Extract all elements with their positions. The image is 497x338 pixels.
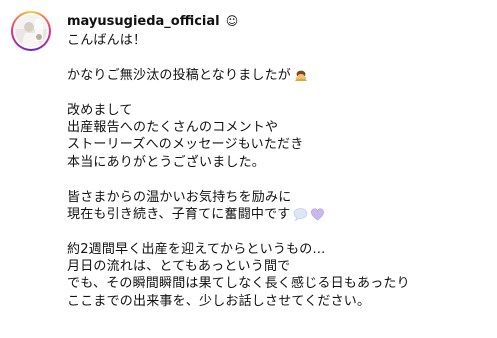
caption-line: かなりご無沙汰の投稿となりましたが (67, 67, 292, 83)
caption-line-with-emoji: かなりご無沙汰の投稿となりましたが (67, 67, 487, 84)
profile-avatar[interactable] (11, 11, 51, 51)
caption-line: こんばんは！ (67, 33, 147, 48)
caption-line: 皆さまからの温かいお気持ちを励みに (67, 189, 292, 205)
caption-line: 改めまして (67, 102, 133, 118)
avatar-border (13, 13, 49, 49)
post-caption: こんばんは！ かなりご無沙汰の投稿となりましたが 改めまして 出産報告へのたくさ… (67, 32, 487, 310)
smiley-icon: ☺ (225, 14, 239, 28)
speech-bubble-icon (293, 208, 307, 221)
bowing-person-icon (295, 70, 308, 81)
heart-icon (310, 208, 324, 221)
caption-line: でも、その瞬間瞬間は果てしなく長く感じる日もあったり (67, 276, 410, 292)
caption-line: ここまでの出来事を、少しお話しさせてください。 (67, 293, 371, 309)
caption-line: 月日の流れは、とてもあっという間で (67, 259, 291, 275)
username-link[interactable]: mayusugieda_official (67, 14, 220, 29)
caption-line: 本当にありがとうございました。 (67, 154, 266, 170)
avatar-photo (15, 15, 47, 47)
post-header: mayusugieda_official ☺ (67, 13, 238, 30)
instagram-post-caption: mayusugieda_official ☺ こんばんは！ かなりご無沙汰の投稿… (0, 0, 497, 338)
caption-line: 出産報告へのたくさんのコメントや (67, 119, 279, 135)
caption-line: 約2週間早く出産を迎えてからというもの… (67, 241, 326, 257)
caption-line-with-emoji: 現在も引き続き、子育てに奮闘中です (67, 206, 487, 223)
caption-line: ストーリーズへのメッセージもいただき (67, 137, 304, 153)
caption-line: 現在も引き続き、子育てに奮闘中です (67, 206, 291, 222)
